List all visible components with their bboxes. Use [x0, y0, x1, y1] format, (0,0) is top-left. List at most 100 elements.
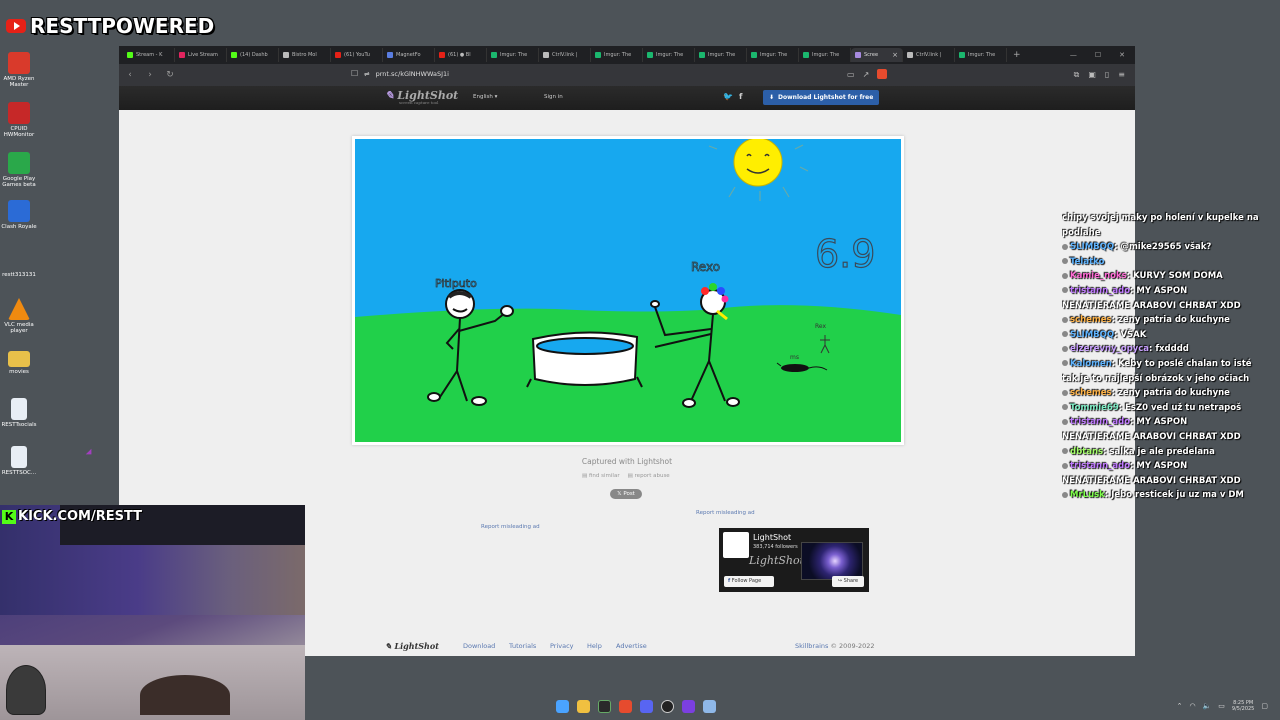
screen-icon[interactable]: ▭	[847, 70, 855, 79]
menu-icon[interactable]: ≡	[1118, 70, 1125, 80]
facebook-icon[interactable]: f	[739, 92, 742, 101]
bookmark-icon[interactable]: ☐	[351, 69, 358, 78]
streamlabs-icon[interactable]	[682, 700, 695, 713]
chat-username[interactable]: dbtans	[1070, 447, 1103, 457]
brave-shield-icon[interactable]	[877, 69, 888, 79]
wifi-icon[interactable]: ◠	[1189, 702, 1195, 710]
tab-15[interactable]: CtrlV.link |	[903, 48, 955, 62]
facebook-page-widget[interactable]: LightShot 383,714 followers LightShot f …	[719, 528, 869, 592]
download-lightshot-button[interactable]: ⬇ Download Lightshot for free	[763, 90, 880, 105]
chat-username[interactable]: Telatko	[1070, 257, 1104, 267]
obs-icon[interactable]	[661, 700, 674, 713]
footer-link-download[interactable]: Download	[463, 642, 495, 650]
desktop-icon-google-play[interactable]: Google Play Games beta	[0, 152, 38, 188]
new-tab-icon[interactable]: +	[1013, 50, 1021, 60]
chat-message: NENATIERAME ARABOVI CHRBAT XDD	[1062, 474, 1276, 489]
report-abuse-link[interactable]: ▤ report abuse	[628, 473, 670, 479]
speaker-icon[interactable]: 🔈	[1203, 702, 1212, 710]
fb-page-name[interactable]: LightShot	[753, 533, 791, 542]
tab-8[interactable]: CtrlV.link |	[539, 48, 591, 62]
sign-in-link[interactable]: Sign in	[544, 94, 563, 100]
chat-username[interactable]: tristann_ado	[1070, 286, 1130, 296]
notification-icon[interactable]: ▢	[1261, 702, 1268, 710]
desktop-icon-restt[interactable]: restt313131	[0, 250, 38, 278]
footer-link-tutorials[interactable]: Tutorials	[509, 642, 536, 650]
tab-6[interactable]: (61) ● Bl	[435, 48, 487, 62]
tab-2[interactable]: (14) Dashb	[227, 48, 279, 62]
back-icon[interactable]: ‹	[125, 70, 135, 80]
notepad-icon[interactable]	[703, 700, 716, 713]
chat-username[interactable]: SLIMBQQ	[1070, 242, 1114, 252]
wallet-icon[interactable]: ▣	[1088, 70, 1096, 80]
brave-icon[interactable]	[619, 700, 632, 713]
tab-9[interactable]: Imgur: The	[591, 48, 643, 62]
captured-with-lightshot: Captured with Lightshot	[581, 457, 673, 466]
fb-share-button[interactable]: ↪ Share	[832, 576, 864, 587]
minimize-icon[interactable]: —	[1070, 51, 1077, 59]
find-similar-link[interactable]: ▤ find similar	[582, 473, 620, 479]
chat-message: Kalomen: Keby to poslé chalan to isté	[1062, 357, 1276, 372]
tab-13[interactable]: Imgur: The	[799, 48, 851, 62]
footer-link-privacy[interactable]: Privacy	[550, 642, 574, 650]
tab-5[interactable]: MagnetFo	[383, 48, 435, 62]
chat-username[interactable]: tristann_ado	[1070, 417, 1130, 427]
battery-icon[interactable]: ▭	[1218, 702, 1225, 710]
tab-1[interactable]: Live Stream	[175, 48, 227, 62]
clock[interactable]: 8:25 PM 9/5/2025	[1232, 700, 1254, 712]
chat-username[interactable]: Kamie_noks	[1070, 271, 1127, 281]
url-field[interactable]: ☐ ⇌ prnt.sc/kGlNHWWaSJ1i	[351, 69, 449, 78]
desktop-icon-movies[interactable]: movies	[0, 348, 38, 375]
tab-12[interactable]: Imgur: The	[747, 48, 799, 62]
tab-11[interactable]: Imgur: The	[695, 48, 747, 62]
reload-icon[interactable]: ↻	[165, 70, 175, 80]
tray-chevron-icon[interactable]: ⌃	[1177, 702, 1183, 710]
chat-username[interactable]: schemes	[1070, 315, 1112, 325]
share-icon[interactable]: ↗	[863, 70, 870, 79]
sidebar-icon[interactable]: ▯	[1105, 70, 1109, 80]
desktop-icon-resttsocials[interactable]: RESTTsocials	[0, 398, 38, 428]
language-select[interactable]: English ▾	[473, 94, 497, 100]
chat-username[interactable]: elzerevny_opyca	[1070, 344, 1149, 354]
extensions-icon[interactable]: ⧉	[1074, 70, 1080, 80]
report-misleading-ad-link[interactable]: Report misleading ad	[696, 510, 755, 516]
desktop-icon-clash-royale[interactable]: Clash Royale	[0, 200, 38, 230]
tab-14[interactable]: Scree ×	[851, 48, 903, 62]
tab-16[interactable]: Imgur: The	[955, 48, 1007, 62]
tab-3[interactable]: Bistro Mol	[279, 48, 331, 62]
desktop-icon-resttsoc[interactable]: RESTTSOC...	[0, 446, 38, 476]
desktop-icon-hwmonitor[interactable]: CPUID HWMonitor	[0, 102, 38, 138]
chat-username[interactable]: SLIMBQQ	[1070, 330, 1114, 340]
terminal-icon[interactable]	[598, 700, 611, 713]
chat-username[interactable]: tristann_ado	[1070, 461, 1130, 471]
screenshot-image[interactable]: 6.9 Pitiputo Rexo Rex ms	[352, 136, 904, 445]
footer-link-advertise[interactable]: Advertise	[616, 642, 647, 650]
report-misleading-ad-link-2[interactable]: Report misleading ad	[481, 524, 540, 530]
close-icon[interactable]: ✕	[1119, 51, 1125, 59]
windows-start-icon[interactable]	[556, 700, 569, 713]
tab-7[interactable]: Imgur: The	[487, 48, 539, 62]
chat-username[interactable]: schemes	[1070, 388, 1112, 398]
tab-label: Imgur: The	[760, 52, 788, 58]
chat-username[interactable]: Kalomen	[1070, 359, 1112, 369]
post-button[interactable]: 𝕏 Post	[610, 489, 642, 499]
footer-link-help[interactable]: Help	[587, 642, 602, 650]
follow-page-button[interactable]: f Follow Page	[724, 576, 774, 587]
maximize-icon[interactable]: ☐	[1095, 51, 1101, 59]
discord-icon[interactable]	[640, 700, 653, 713]
twitter-icon[interactable]: 🐦	[723, 92, 733, 101]
forward-icon[interactable]: ›	[145, 70, 155, 80]
tab-0[interactable]: Stream - K	[123, 48, 175, 62]
site-info-icon[interactable]: ⇌	[364, 70, 369, 78]
file-explorer-icon[interactable]	[577, 700, 590, 713]
desktop-icon-amd[interactable]: AMD Ryzen Master	[0, 52, 38, 88]
chat-username[interactable]: MrLusk	[1070, 490, 1105, 500]
desktop-icon-vlc[interactable]: VLC media player	[0, 298, 38, 334]
tab-favicon-icon	[647, 52, 653, 58]
lightshot-logo[interactable]: ✎ LightShot screen capture tool	[385, 89, 458, 105]
window-controls: — ☐ ✕	[1070, 51, 1135, 59]
footer-logo[interactable]: ✎ LightShot	[385, 641, 439, 651]
tab-10[interactable]: Imgur: The	[643, 48, 695, 62]
chat-username[interactable]: Tommie69	[1070, 403, 1119, 413]
tab-4[interactable]: (61) YouTu	[331, 48, 383, 62]
tab-close-icon[interactable]: ×	[892, 51, 898, 59]
